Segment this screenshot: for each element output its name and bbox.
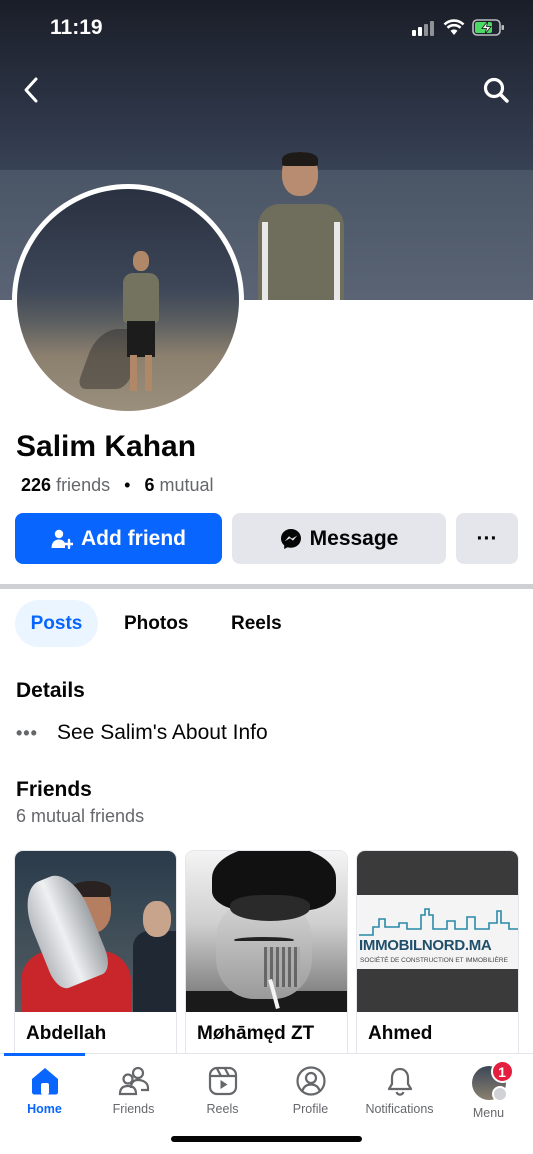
friend-card[interactable]: Møhāmęd ZT (186, 851, 347, 1061)
notification-badge: 1 (490, 1060, 514, 1083)
nav-profile-label: Profile (292, 1102, 329, 1116)
nav-reels[interactable]: Reels (178, 1066, 267, 1126)
profile-name: Salim Kahan (16, 430, 197, 463)
search-icon (483, 77, 509, 103)
add-person-icon (51, 529, 73, 549)
message-button[interactable]: Message (232, 513, 446, 564)
about-info-label: See Salim's About Info (57, 721, 268, 744)
search-button[interactable] (476, 70, 516, 110)
mutual-label: mutual (159, 475, 214, 495)
friends-count: 226 (21, 475, 52, 495)
tab-posts[interactable]: Posts (15, 600, 98, 647)
back-button[interactable] (11, 70, 51, 110)
friend-name: Møhāmęd ZT (197, 1023, 315, 1044)
friends-heading: Friends (16, 778, 92, 801)
nav-menu[interactable]: 1 Menu (444, 1060, 533, 1126)
cellular-signal-icon (412, 20, 436, 36)
reels-icon (208, 1066, 237, 1096)
ellipsis-icon: ••• (16, 722, 38, 743)
mutual-friends-count: 6 mutual friends (16, 806, 145, 826)
more-options-button[interactable]: ··· (456, 513, 518, 564)
nav-notifications-label: Notifications (365, 1102, 434, 1116)
home-icon (31, 1068, 58, 1095)
friend-photo (186, 851, 347, 1012)
hamburger-icon (491, 1086, 508, 1102)
nav-menu-label: Menu (472, 1106, 505, 1120)
nav-reels-label: Reels (206, 1102, 239, 1116)
friend-name: Ahmed (368, 1023, 433, 1044)
status-bar: 11:19 (0, 0, 533, 58)
more-dots-icon: ··· (476, 526, 498, 550)
friend-card[interactable]: IMMOBILNORD.MA SOCIÉTÉ DE CONSTRUCTION E… (357, 851, 518, 1061)
friends-icon (118, 1066, 149, 1096)
add-friend-button[interactable]: Add friend (15, 513, 222, 564)
cover-person (258, 152, 344, 300)
bell-icon (387, 1067, 412, 1096)
nav-friends[interactable]: Friends (89, 1066, 178, 1126)
tab-photos[interactable]: Photos (124, 600, 188, 647)
status-time: 11:19 (50, 16, 103, 39)
counts-separator: • (124, 475, 131, 495)
menu-avatar: 1 (471, 1060, 514, 1102)
nav-home-label: Home (27, 1102, 62, 1116)
logo-title: IMMOBILNORD.MA (359, 937, 492, 954)
messenger-icon (280, 528, 301, 549)
logo-subtitle: SOCIÉTÉ DE CONSTRUCTION ET IMMOBILIÈRE (360, 957, 508, 964)
tab-reels[interactable]: Reels (231, 600, 282, 647)
mutual-count: 6 (144, 475, 155, 495)
about-info-link[interactable]: ••• See Salim's About Info (16, 718, 268, 748)
avatar-person (121, 251, 161, 401)
home-indicator (171, 1136, 362, 1142)
nav-friends-label: Friends (112, 1102, 155, 1116)
nav-notifications[interactable]: Notifications (355, 1066, 444, 1126)
friend-card[interactable]: Abdellah (15, 851, 176, 1061)
skyline-logo-graphic (359, 908, 518, 936)
friend-counts[interactable]: 226 friends • 6 mutual (21, 475, 214, 496)
nav-home[interactable]: Home (0, 1066, 89, 1126)
section-divider (0, 584, 533, 589)
friend-photo (15, 851, 176, 1012)
add-friend-label: Add friend (81, 526, 186, 550)
active-tab-indicator (4, 1053, 85, 1056)
nav-profile[interactable]: Profile (266, 1066, 355, 1126)
friend-photo: IMMOBILNORD.MA SOCIÉTÉ DE CONSTRUCTION E… (357, 851, 518, 1012)
chevron-left-icon (24, 77, 38, 103)
battery-charging-icon (472, 19, 504, 36)
friend-name: Abdellah (26, 1023, 107, 1044)
wifi-icon (443, 19, 465, 35)
profile-picture[interactable] (12, 184, 244, 416)
friends-label: friends (56, 475, 111, 495)
details-heading: Details (16, 679, 85, 702)
profile-icon (295, 1066, 326, 1096)
message-label: Message (309, 526, 399, 550)
